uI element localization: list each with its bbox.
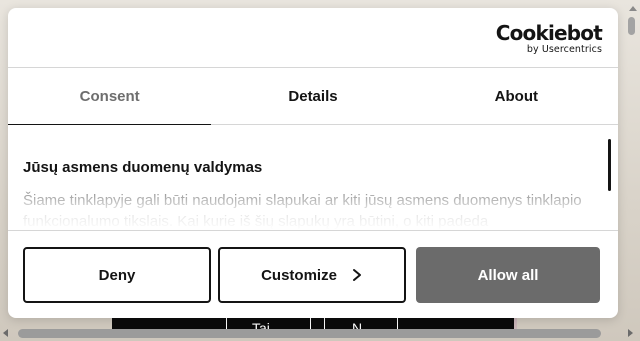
tab-consent[interactable]: Consent — [8, 69, 212, 125]
customize-button-label: Customize — [261, 266, 337, 284]
consent-content[interactable]: Jūsų asmens duomenų valdymas Šiame tinkl… — [8, 126, 618, 230]
allow-all-button[interactable]: Allow all — [416, 247, 600, 303]
content-title: Jūsų asmens duomenų valdymas — [23, 159, 263, 176]
scroll-right-arrow-icon[interactable] — [628, 329, 633, 337]
dialog-header: Cookiebot by Usercentrics — [8, 8, 618, 68]
tab-bar: Consent Details About — [8, 69, 618, 125]
logo-tagline: by Usercentrics — [526, 44, 602, 55]
page-horizontal-scrollbar[interactable] — [18, 329, 601, 338]
tab-about[interactable]: About — [415, 69, 618, 124]
logo-wordmark: Cookiebot — [495, 21, 603, 45]
customize-button[interactable]: Customize — [218, 247, 406, 303]
cookie-consent-dialog: Cookiebot by Usercentrics Consent Detail… — [8, 8, 618, 318]
cookiebot-logo: Cookiebot by Usercentrics — [495, 21, 603, 55]
content-scrollbar[interactable] — [608, 139, 611, 191]
page-vertical-scrollbar[interactable] — [628, 17, 635, 35]
scroll-left-arrow-icon[interactable] — [3, 329, 8, 337]
tab-details[interactable]: Details — [211, 69, 414, 124]
deny-button-label: Deny — [98, 266, 136, 284]
dialog-footer: Deny Customize Allow all — [8, 230, 618, 318]
content-text: Šiame tinklapyje gali būti naudojami sla… — [23, 192, 582, 230]
deny-button[interactable]: Deny — [23, 247, 211, 303]
scroll-up-arrow-icon[interactable] — [629, 6, 637, 11]
chevron-right-icon — [352, 269, 361, 281]
allow-all-button-label: Allow all — [477, 266, 539, 284]
